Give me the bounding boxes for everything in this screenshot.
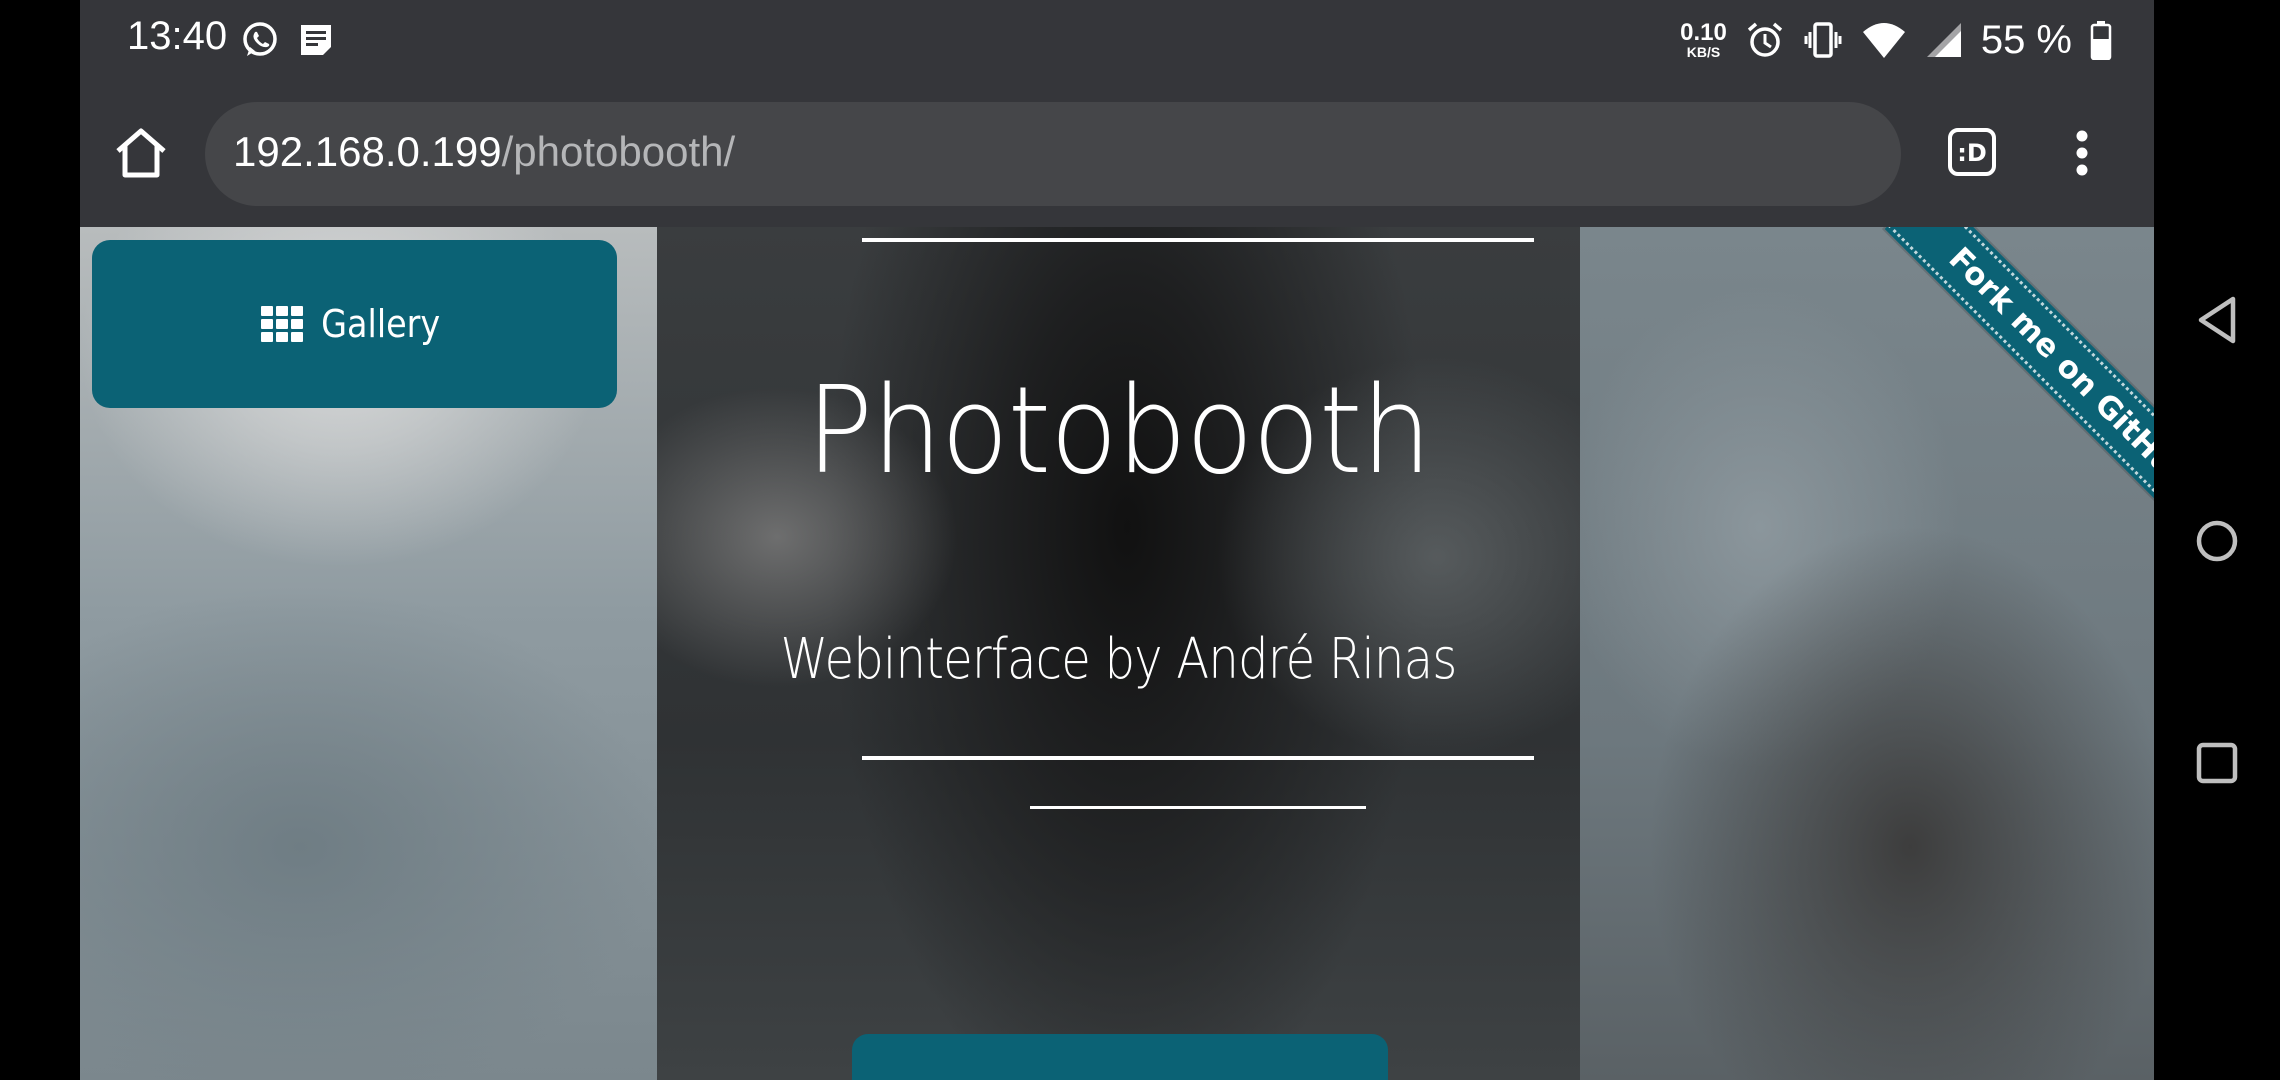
url-text[interactable]: 192.168.0.199/photobooth/ xyxy=(233,128,735,176)
notification-icons xyxy=(240,20,334,60)
extension-label: :D xyxy=(1957,139,1987,167)
status-right: 0.10 KB/S 55 % xyxy=(1680,14,2112,66)
browser-toolbar: 192.168.0.199/photobooth/ :D xyxy=(80,80,2154,227)
more-vert-icon xyxy=(2076,130,2088,176)
github-ribbon[interactable]: Fork me on GitHub xyxy=(1780,227,2154,601)
signal-icon xyxy=(1926,23,1961,57)
extension-button[interactable]: :D xyxy=(1946,126,1998,178)
nav-recents-button[interactable] xyxy=(2181,727,2253,799)
web-page: Photobooth Webinterface by André Rinas G… xyxy=(80,227,2154,1080)
gallery-button[interactable]: Gallery xyxy=(92,240,617,408)
alarm-icon xyxy=(1747,22,1782,57)
url-host: 192.168.0.199 xyxy=(233,128,502,175)
gallery-button-label: Gallery xyxy=(320,302,441,346)
home-icon xyxy=(116,128,166,178)
home-button[interactable] xyxy=(110,122,172,184)
page-subtitle: Webinterface by André Rinas xyxy=(780,627,1458,692)
vibrate-icon xyxy=(1804,22,1842,58)
home-circle-icon xyxy=(2196,520,2238,562)
github-ribbon-text: Fork me on GitHub xyxy=(1941,240,2154,498)
notes-icon xyxy=(301,25,331,55)
page-title: Photobooth xyxy=(806,362,1431,501)
nav-home-button[interactable] xyxy=(2181,505,2253,577)
grid-icon xyxy=(260,306,303,342)
github-ribbon-band[interactable]: Fork me on GitHub xyxy=(1884,227,2154,555)
phone-screen: 13:40 0.10 KB/S 55 % 192.168.0.199/photo… xyxy=(80,0,2154,1080)
take-picture-button[interactable] xyxy=(852,1034,1388,1080)
system-nav-bar xyxy=(2154,0,2280,1080)
wifi-icon xyxy=(1862,23,1905,58)
network-speed-unit: KB/S xyxy=(1686,44,1721,60)
network-speed: 0.10 KB/S xyxy=(1680,19,1727,60)
address-bar[interactable]: 192.168.0.199/photobooth/ xyxy=(205,102,1901,206)
extension-icon: :D xyxy=(1948,128,1996,176)
whatsapp-icon xyxy=(243,22,277,56)
divider-middle xyxy=(862,756,1534,760)
battery-percentage: 55 % xyxy=(1980,17,2072,62)
center-panel: Photobooth Webinterface by André Rinas xyxy=(657,227,1580,1080)
nav-back-button[interactable] xyxy=(2181,284,2253,356)
status-bar: 13:40 0.10 KB/S 55 % xyxy=(80,0,2154,80)
back-icon xyxy=(2198,296,2236,344)
url-path: /photobooth/ xyxy=(501,128,736,175)
divider-top xyxy=(862,238,1534,242)
network-speed-value: 0.10 xyxy=(1680,19,1727,46)
status-time: 13:40 xyxy=(127,14,228,58)
divider-short xyxy=(1030,806,1366,809)
recents-icon xyxy=(2196,742,2238,784)
battery-icon xyxy=(2090,21,2112,60)
browser-menu-button[interactable] xyxy=(2062,120,2102,186)
